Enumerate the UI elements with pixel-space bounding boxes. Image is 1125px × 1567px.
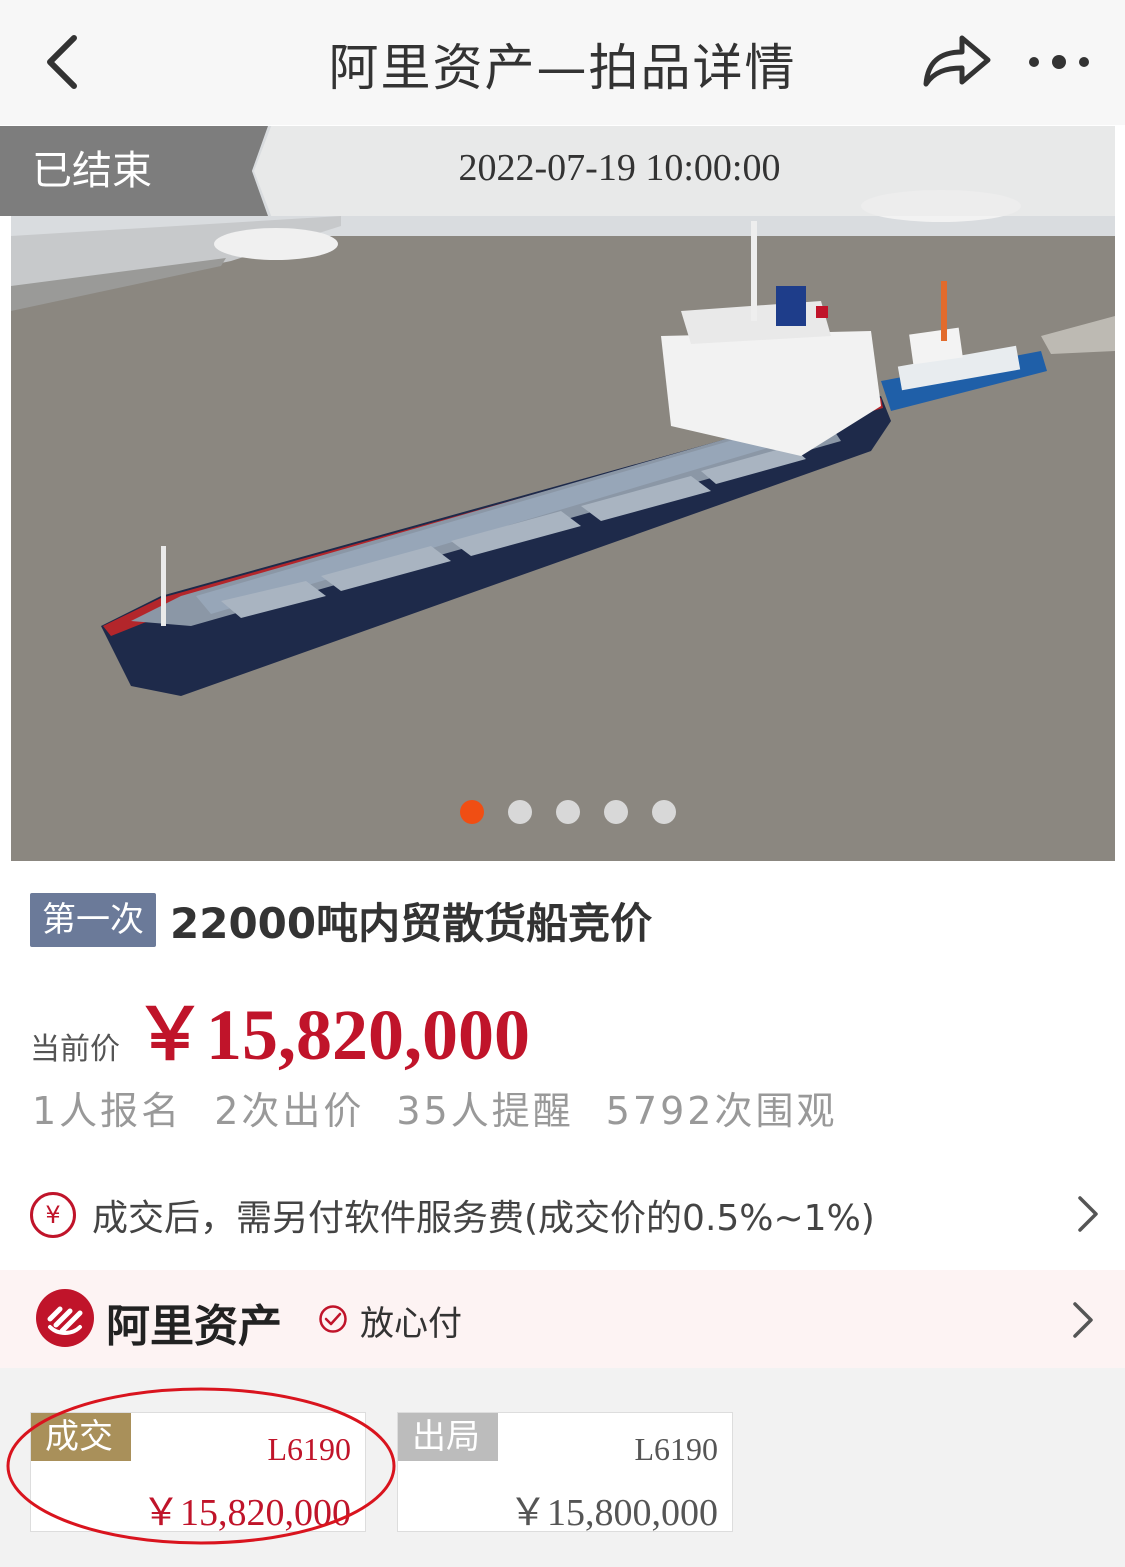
- more-dots-icon[interactable]: [1026, 50, 1096, 74]
- current-price: ￥15,820,000: [134, 995, 531, 1075]
- cargo-ship-photo: [11, 126, 1115, 861]
- carousel-dot-2[interactable]: [507, 800, 532, 824]
- check-circle-icon: [319, 1305, 347, 1333]
- bid-amount: ￥15,800,000: [508, 1492, 718, 1534]
- carousel-dot-1[interactable]: [459, 800, 484, 824]
- service-fee-row[interactable]: ¥ 成交后，需另付软件服务费(成交价的0.5%~1%): [30, 1182, 1100, 1248]
- chevron-right-icon: [1073, 1302, 1093, 1338]
- chevron-right-icon: [1078, 1196, 1098, 1232]
- carousel-dot-4[interactable]: [603, 800, 628, 824]
- nav-header: 阿里资产—拍品详情: [0, 0, 1125, 125]
- item-title-row: 第一次 22000吨内贸散货船竞价: [30, 890, 652, 950]
- carousel-image[interactable]: [11, 126, 1115, 861]
- carousel-dot-5[interactable]: [651, 800, 676, 824]
- safe-pay-label: 放心付: [360, 1304, 462, 1344]
- stat-reminders: 35人提醒: [396, 1089, 574, 1133]
- price-label: 当前价: [30, 1032, 120, 1067]
- auction-time: 2022-07-19 10:00:00: [254, 126, 1115, 216]
- carousel-dot-3[interactable]: [555, 800, 580, 824]
- highlight-ellipse: [6, 1387, 396, 1545]
- bidder-code: L6190: [634, 1431, 718, 1467]
- service-fee-text: 成交后，需另付软件服务费(成交价的0.5%~1%): [92, 1198, 875, 1239]
- status-badge: 已结束: [0, 126, 268, 216]
- auction-status-bar: 2022-07-19 10:00:00 已结束: [0, 126, 1115, 216]
- carousel-indicator: [0, 800, 1125, 826]
- item-title: 22000吨内贸散货船竞价: [170, 898, 653, 948]
- auction-stats: 1人报名 2次出价 35人提醒 5792次围观: [32, 1080, 869, 1135]
- price-row: 当前价 ￥15,820,000: [30, 975, 530, 1080]
- stat-signups: 1人报名: [32, 1089, 183, 1133]
- stat-views: 5792次围观: [605, 1089, 838, 1133]
- ali-assets-logo-icon: [36, 1289, 94, 1347]
- brand-name: 阿里资产: [106, 1301, 282, 1352]
- brand-row[interactable]: 阿里资产 放心付: [0, 1270, 1125, 1368]
- yuan-icon: ¥: [30, 1192, 76, 1238]
- bid-card-outbid[interactable]: 出局 L6190 ￥15,800,000: [397, 1412, 733, 1534]
- share-icon[interactable]: [920, 30, 994, 90]
- stat-bids: 2次出价: [214, 1089, 365, 1133]
- bid-status-tag: 出局: [398, 1413, 498, 1461]
- round-tag: 第一次: [30, 893, 156, 947]
